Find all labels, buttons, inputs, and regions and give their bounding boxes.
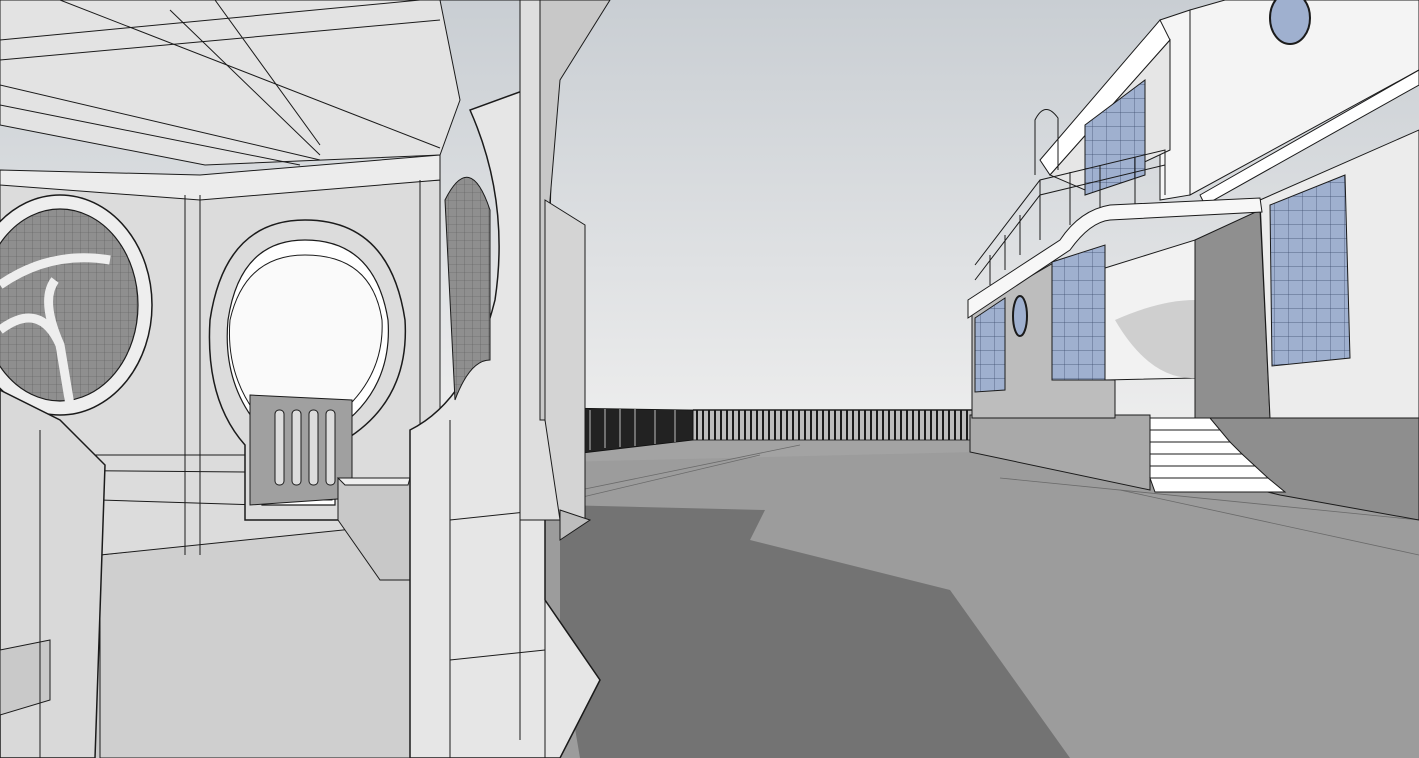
entry-glass-window xyxy=(1051,244,1106,381)
wing-glass-window xyxy=(1269,174,1351,367)
gate-balustrade xyxy=(249,394,353,506)
scene-canvas[interactable] xyxy=(0,0,1419,758)
model-viewport[interactable] xyxy=(0,0,1419,758)
pavilion xyxy=(0,0,611,758)
round-window-upper xyxy=(1269,0,1311,45)
round-window xyxy=(1012,295,1028,337)
